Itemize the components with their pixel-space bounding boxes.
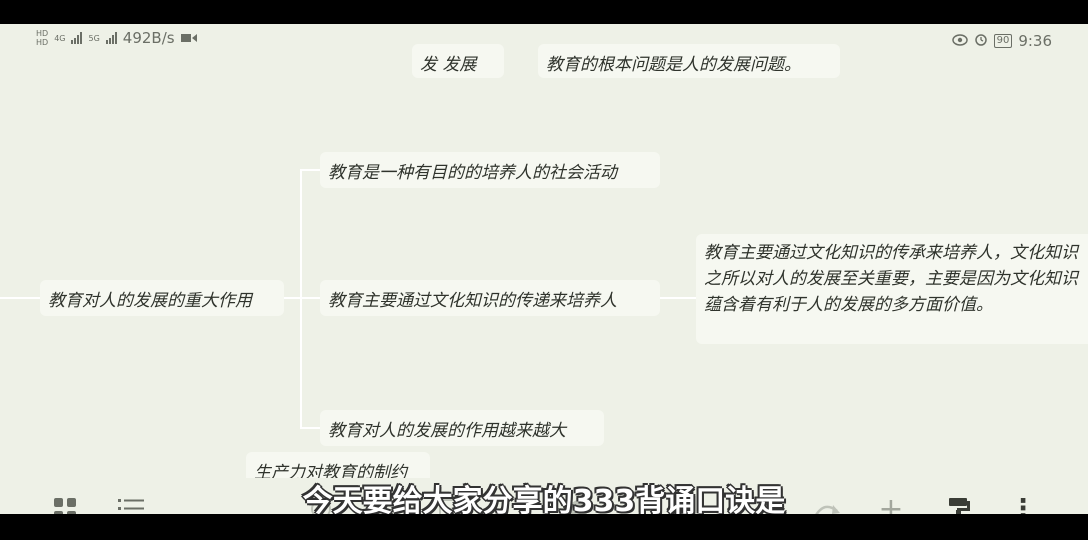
hd-badge-1: HD <box>36 29 49 38</box>
connector-line <box>300 427 320 429</box>
alarm-clock-icon <box>974 32 988 50</box>
signal-label-1: 4G <box>54 33 66 43</box>
node-central[interactable]: 教育对人的发展的重大作用 <box>40 280 284 316</box>
node-child-2[interactable]: 教育主要通过文化知识的传递来培养人 <box>320 280 660 316</box>
mindmap-canvas[interactable]: 发 发展 教育的根本问题是人的发展问题。 教育对人的发展的重大作用 教育是一种有… <box>0 44 1088 488</box>
connector-line <box>300 169 302 429</box>
node-text: 教育是一种有目的的培养人的社会活动 <box>328 163 617 183</box>
connector-line <box>660 297 696 299</box>
node-top-right-fragment[interactable]: 教育的根本问题是人的发展问题。 <box>538 44 840 78</box>
node-child-3[interactable]: 教育对人的发展的作用越来越大 <box>320 410 604 446</box>
hd-badge-2: HD <box>36 38 49 47</box>
node-top-left-fragment[interactable]: 发 发展 <box>412 44 504 78</box>
node-detail[interactable]: 教育主要通过文化知识的传承来培养人，文化知识之所以对人的发展至关重要，主要是因为… <box>696 234 1088 344</box>
hd-indicators: HD HD <box>36 29 48 47</box>
battery-indicator: 90 <box>993 34 1013 48</box>
net-speed: 492B/s <box>122 29 175 47</box>
eye-icon <box>951 32 968 50</box>
node-text: 教育的根本问题是人的发展问题。 <box>546 55 801 75</box>
video-subtitle: 今天要给大家分享的333背诵口诀是 <box>302 484 786 514</box>
node-text: 发 发展 <box>420 55 477 75</box>
node-text: 教育对人的发展的重大作用 <box>48 291 252 311</box>
status-left: HD HD 4G 5G 492B/s <box>36 29 197 47</box>
node-text: 教育主要通过文化知识的传递来培养人 <box>328 291 617 311</box>
clock-time: 9:36 <box>1018 32 1052 50</box>
signal-label-2: 5G <box>88 33 100 43</box>
screen: HD HD 4G 5G 492B/s 90 9:36 发 发展 教育的根本问题是… <box>0 24 1088 514</box>
connector-line <box>284 297 320 299</box>
status-right: 90 9:36 <box>951 32 1052 50</box>
connector-line <box>300 169 320 171</box>
node-child-1[interactable]: 教育是一种有目的的培养人的社会活动 <box>320 152 660 188</box>
signal-bars-1-icon <box>71 32 83 44</box>
video-camera-icon <box>180 29 197 47</box>
node-text: 教育主要通过文化知识的传承来培养人，文化知识之所以对人的发展至关重要，主要是因为… <box>704 243 1078 315</box>
connector-line <box>0 297 40 299</box>
node-text: 教育对人的发展的作用越来越大 <box>328 421 566 441</box>
signal-bars-2-icon <box>105 32 117 44</box>
